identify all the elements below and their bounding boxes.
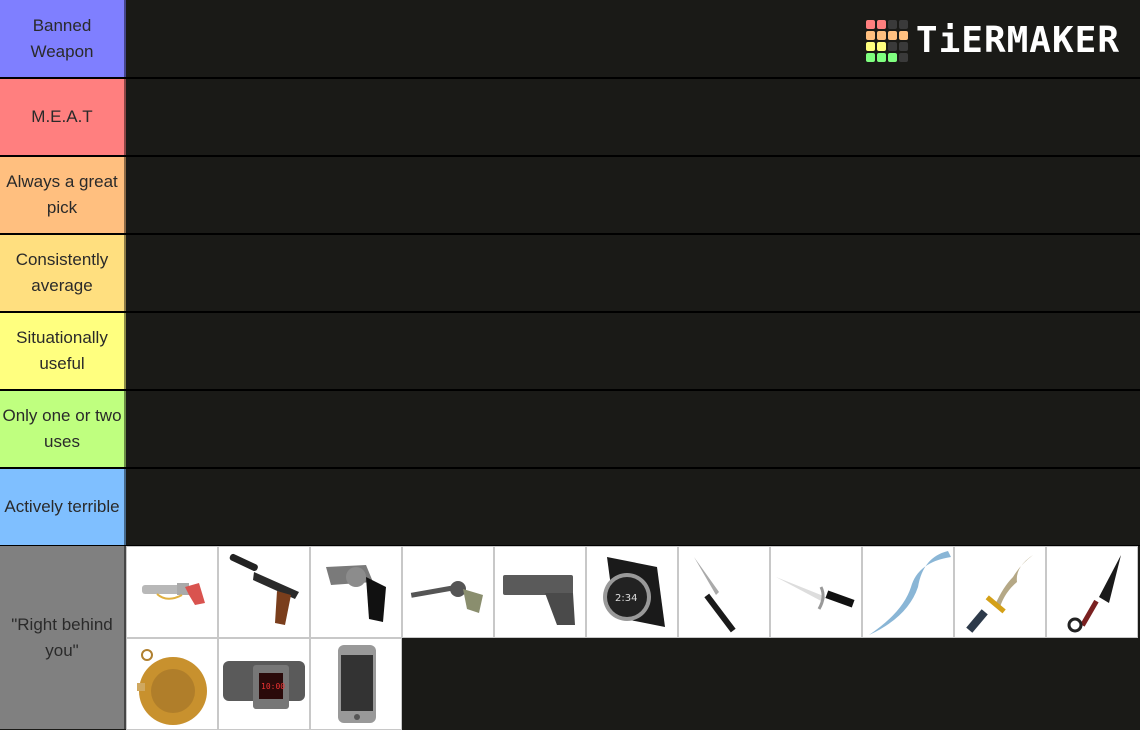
- tier-drop-zone[interactable]: [126, 235, 1140, 311]
- tier-item-white-dagger[interactable]: [770, 546, 862, 638]
- tier-row-situationally-useful: Situationally useful: [0, 313, 1140, 389]
- tier-label[interactable]: Situationally useful: [0, 313, 126, 389]
- butterfly-knife-icon: [694, 557, 736, 633]
- flare-gun-icon: [142, 583, 205, 605]
- kunai-icon: [1067, 555, 1121, 633]
- tier-label[interactable]: "Right behind you": [0, 546, 126, 729]
- smartphone-icon: [338, 645, 376, 723]
- logo-grid-cell: [887, 42, 897, 51]
- tier-label[interactable]: Always a great pick: [0, 157, 126, 233]
- tier-list-board: Banned Weapon TiERMAKER M.E.A.T Always a…: [0, 0, 1140, 730]
- logo-grid-cell: [887, 31, 897, 40]
- tiermaker-logo: TiERMAKER: [865, 20, 1120, 62]
- snub-revolver-icon: [326, 565, 386, 622]
- tier-row-consistently-average: Consistently average: [0, 235, 1140, 311]
- logo-grid-cell: [887, 53, 897, 62]
- tier-drop-zone[interactable]: [126, 391, 1140, 467]
- tier-item-ice-blade[interactable]: [862, 546, 954, 638]
- tier-row-meat: M.E.A.T: [0, 79, 1140, 155]
- logo-grid-cell: [898, 42, 908, 51]
- logo-grid-cell: [876, 31, 886, 40]
- tier-item-kunai[interactable]: [1046, 546, 1138, 638]
- tier-item-golden-kris[interactable]: [954, 546, 1046, 638]
- digital-watch-icon: 10:00: [223, 661, 305, 709]
- tier-item-butterfly-knife[interactable]: [678, 546, 770, 638]
- tiermaker-logo-grid-icon: [865, 20, 908, 62]
- logo-grid-cell: [898, 20, 908, 29]
- logo-grid-cell: [876, 53, 886, 62]
- logo-grid-cell: [865, 42, 875, 51]
- golden-kris-icon: [966, 555, 1033, 633]
- tier-drop-zone[interactable]: 2:34 10:00: [126, 546, 1140, 730]
- tier-drop-zone[interactable]: [126, 469, 1140, 545]
- tier-item-digital-watch[interactable]: 10:00: [218, 638, 310, 730]
- cowboy-revolver-icon: [410, 581, 483, 613]
- logo-grid-cell: [865, 31, 875, 40]
- white-dagger-icon: [776, 577, 855, 610]
- tier-drop-zone[interactable]: [126, 157, 1140, 233]
- pocket-watch-icon: [137, 649, 207, 725]
- svg-text:2:34: 2:34: [615, 593, 637, 604]
- tier-label[interactable]: Consistently average: [0, 235, 126, 311]
- tier-row-actively-terrible: Actively terrible: [0, 469, 1140, 545]
- tier-item-cowboy-revolver[interactable]: [402, 546, 494, 638]
- tier-item-smart-watch[interactable]: 2:34: [586, 546, 678, 638]
- ice-blade-icon: [869, 551, 951, 635]
- tier-drop-zone[interactable]: [126, 313, 1140, 389]
- svg-text:10:00: 10:00: [261, 682, 285, 691]
- logo-grid-cell: [876, 20, 886, 29]
- logo-grid-cell: [865, 20, 875, 29]
- tier-label[interactable]: M.E.A.T: [0, 79, 126, 155]
- logo-grid-cell: [898, 31, 908, 40]
- tier-item-tactical-pistol[interactable]: [494, 546, 586, 638]
- tier-item-flare-gun[interactable]: [126, 546, 218, 638]
- tier-item-snub-revolver[interactable]: [310, 546, 402, 638]
- tiermaker-logo-text: TiERMAKER: [915, 20, 1120, 61]
- logo-grid-cell: [876, 42, 886, 51]
- logo-grid-cell: [887, 20, 897, 29]
- tier-label[interactable]: Banned Weapon: [0, 0, 126, 77]
- tier-label[interactable]: Only one or two uses: [0, 391, 126, 467]
- tier-row-always-great: Always a great pick: [0, 157, 1140, 233]
- logo-grid-cell: [865, 53, 875, 62]
- tier-row-banned-weapon: Banned Weapon TiERMAKER: [0, 0, 1140, 77]
- smart-watch-icon: 2:34: [603, 557, 665, 627]
- tier-label[interactable]: Actively terrible: [0, 469, 126, 545]
- tier-row-one-or-two-uses: Only one or two uses: [0, 391, 1140, 467]
- tactical-pistol-icon: [503, 575, 575, 625]
- tier-drop-zone[interactable]: TiERMAKER: [126, 0, 1140, 77]
- tier-item-smartphone[interactable]: [310, 638, 402, 730]
- tier-item-pocket-watch[interactable]: [126, 638, 218, 730]
- tier-row-right-behind-you: "Right behind you" 2:34 10:00: [0, 546, 1140, 730]
- logo-grid-cell: [898, 53, 908, 62]
- silenced-pistol-icon: [229, 553, 299, 625]
- tier-drop-zone[interactable]: [126, 79, 1140, 155]
- tier-item-silenced-pistol[interactable]: [218, 546, 310, 638]
